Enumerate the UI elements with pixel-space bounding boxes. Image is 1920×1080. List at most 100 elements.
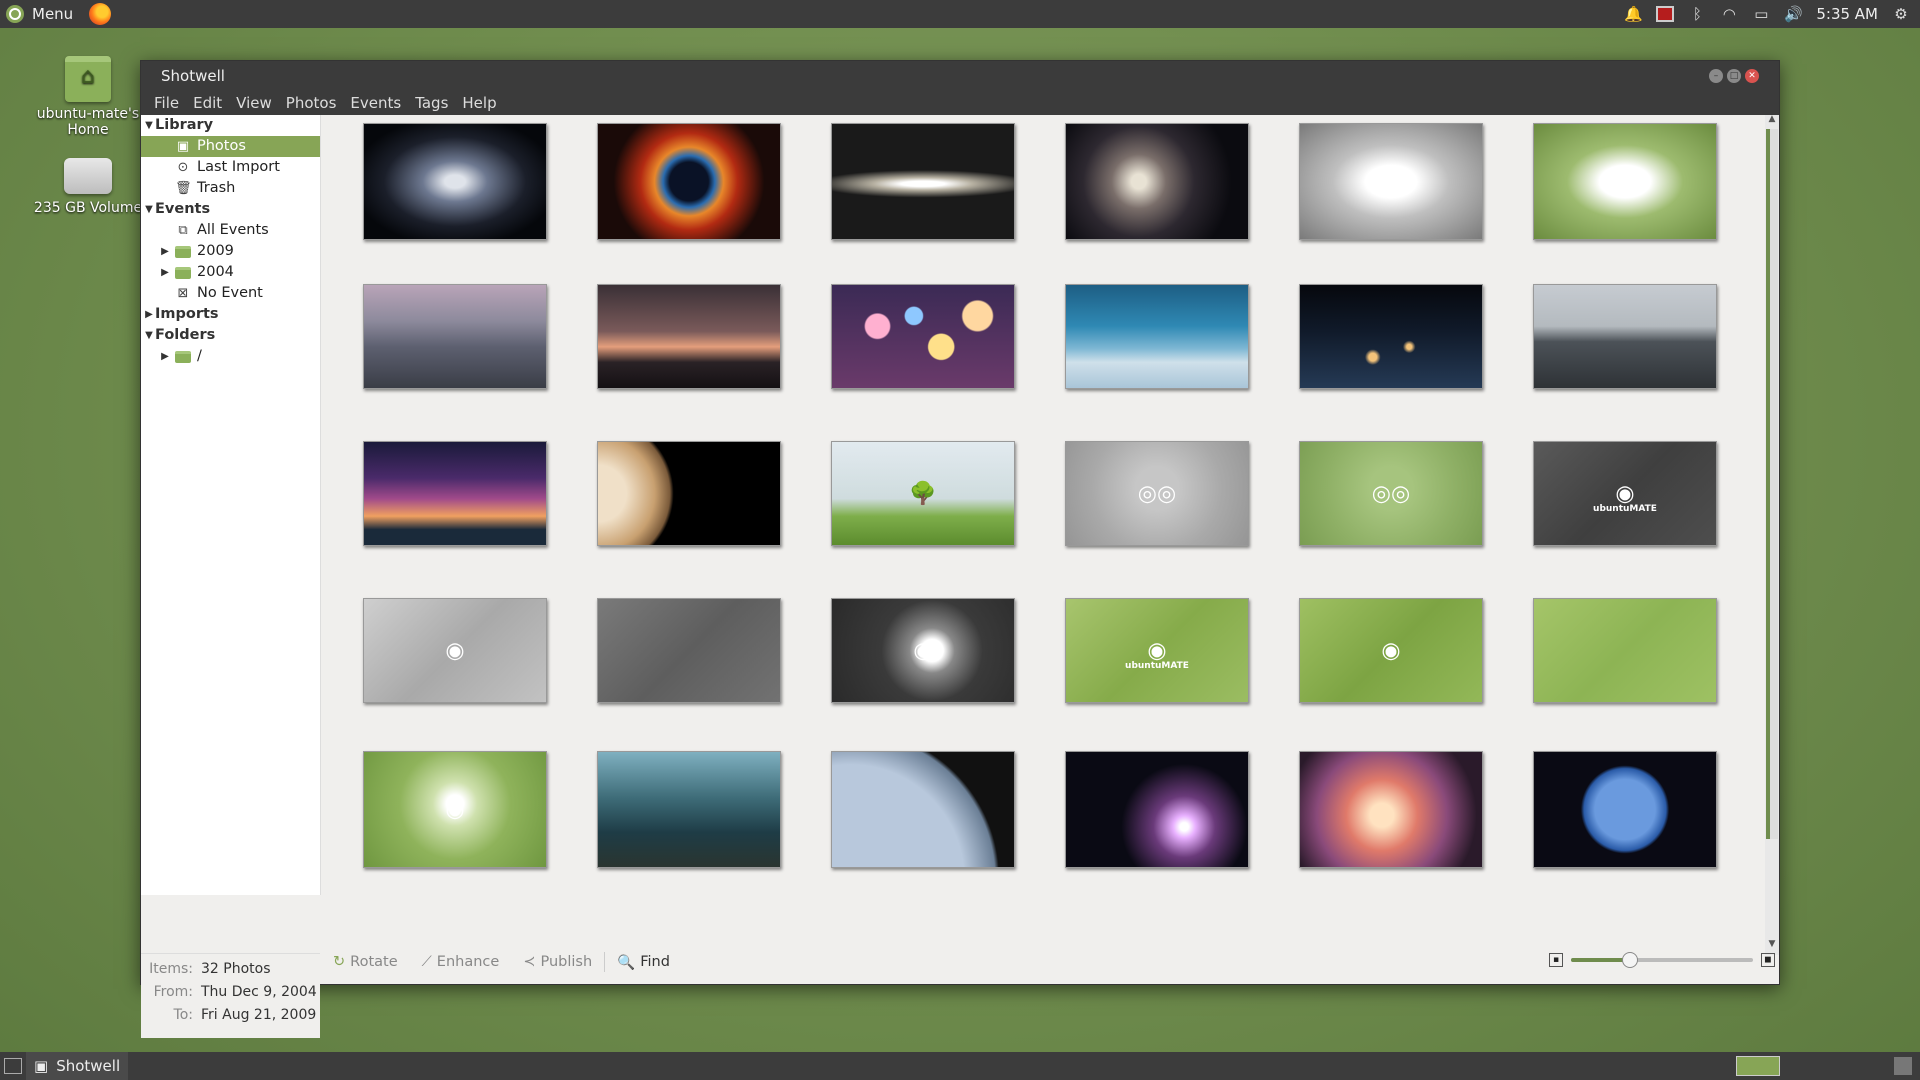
photo-thumbnail[interactable] — [1533, 598, 1717, 703]
screen-record-icon[interactable] — [1656, 6, 1675, 22]
sidebar-library[interactable]: ▼ Library — [141, 115, 320, 136]
photo-thumbnail[interactable] — [597, 123, 781, 240]
menu-events[interactable]: Events — [343, 94, 408, 112]
photo-thumbnail[interactable] — [831, 123, 1015, 240]
photo-thumbnail[interactable]: ◉ — [1299, 123, 1483, 240]
photo-thumbnail[interactable] — [1533, 751, 1717, 868]
folder-icon — [175, 350, 191, 363]
expand-right-icon[interactable]: ▶ — [159, 262, 171, 283]
firefox-icon[interactable] — [89, 3, 112, 25]
sidebar-imports[interactable]: ▶ Imports — [141, 304, 320, 325]
photo-thumbnail[interactable]: ◉ — [1533, 123, 1717, 240]
enhance-button[interactable]: ⟋ Enhance — [410, 954, 512, 970]
photo-thumbnail[interactable] — [831, 284, 1015, 389]
sidebar-item-label: Trash — [197, 180, 236, 196]
photo-thumbnail[interactable]: ◎◎ — [1065, 441, 1249, 546]
scroll-up-icon[interactable]: ▲ — [1766, 114, 1778, 124]
photo-thumbnail[interactable]: 🌳 — [831, 441, 1015, 546]
bell-icon[interactable]: 🔔 — [1624, 5, 1643, 23]
photo-thumbnail[interactable]: ◎◎ — [1299, 441, 1483, 546]
photo-thumbnail[interactable] — [597, 751, 781, 868]
publish-button[interactable]: ≺ Publish — [511, 954, 604, 970]
close-button[interactable]: ✕ — [1745, 69, 1759, 83]
thumbnail-logo-icon: ◉ — [1615, 481, 1635, 506]
photo-thumbnail[interactable]: ◉ ubuntuMATE — [1533, 441, 1717, 546]
menu-tags[interactable]: Tags — [408, 94, 455, 112]
photo-thumbnail[interactable] — [1065, 284, 1249, 389]
minimize-button[interactable]: – — [1709, 69, 1723, 83]
battery-icon[interactable]: ▭ — [1752, 5, 1770, 23]
photo-thumbnail[interactable] — [1065, 123, 1249, 240]
menu-help[interactable]: Help — [455, 94, 503, 112]
thumbnail-logo-icon: ◉ — [913, 638, 933, 663]
to-value: Fri Aug 21, 2009 — [201, 1007, 317, 1023]
zoom-slider-knob[interactable] — [1622, 952, 1639, 968]
zoom-out-icon[interactable]: ▪ — [1549, 953, 1563, 967]
desktop-volume[interactable]: 235 GB Volume — [33, 158, 143, 216]
wifi-icon[interactable]: ◠ — [1720, 5, 1738, 23]
taskbar-item-shotwell[interactable]: ▣ Shotwell — [26, 1052, 129, 1080]
desktop-home-folder[interactable]: ubuntu-mate's Home — [33, 56, 143, 138]
expand-right-icon[interactable]: ▶ — [143, 304, 155, 325]
scrollbar[interactable]: ▲ ▼ — [1765, 114, 1779, 955]
menu-view[interactable]: View — [229, 94, 279, 112]
sidebar-item-2009[interactable]: ▶ 2009 — [141, 241, 320, 262]
zoom-in-icon[interactable]: ◼ — [1761, 953, 1775, 967]
photo-thumbnail[interactable] — [1299, 751, 1483, 868]
photo-thumbnail[interactable] — [1065, 751, 1249, 868]
to-label: To: — [173, 1007, 193, 1023]
bluetooth-icon[interactable]: ᛒ — [1688, 5, 1706, 23]
clock[interactable]: 5:35 AM — [1816, 5, 1878, 23]
sidebar-item-last-import[interactable]: ⊙ Last Import — [141, 157, 320, 178]
scrollbar-thumb[interactable] — [1766, 129, 1778, 839]
rotate-button[interactable]: ↻ Rotate — [321, 954, 410, 970]
sidebar-item-2004[interactable]: ▶ 2004 — [141, 262, 320, 283]
expand-down-icon[interactable]: ▼ — [143, 325, 155, 346]
photo-thumbnail[interactable] — [363, 441, 547, 546]
workspace-switcher[interactable] — [1736, 1056, 1780, 1076]
thumbnail-caption: ubuntuMATE — [1125, 660, 1189, 671]
expand-right-icon[interactable]: ▶ — [159, 241, 171, 262]
volume-icon[interactable]: 🔊 — [1784, 5, 1803, 23]
shotwell-window: Shotwell – □ ✕ File Edit View Photos Eve… — [140, 60, 1780, 1038]
photo-thumbnail[interactable]: ◉ ubuntuMATE — [1065, 598, 1249, 703]
photo-stats: Items: 32 Photos From: Thu Dec 9, 2004 To:… — [141, 961, 320, 1030]
expand-down-icon[interactable]: ▼ — [143, 115, 155, 136]
trash-applet-icon[interactable] — [1894, 1057, 1912, 1075]
photo-thumbnail[interactable]: ◉ — [1299, 598, 1483, 703]
menu-file[interactable]: File — [147, 94, 186, 112]
sidebar-item-label: 2009 — [197, 243, 234, 259]
sidebar-item-photos[interactable]: ▣ Photos — [141, 136, 320, 157]
sidebar-folders[interactable]: ▼ Folders — [141, 325, 320, 346]
menu-button[interactable]: Menu — [0, 0, 79, 28]
maximize-button[interactable]: □ — [1727, 69, 1741, 83]
menu-edit[interactable]: Edit — [186, 94, 229, 112]
bottom-panel: ▣ Shotwell — [0, 1052, 1920, 1080]
photo-thumbnail[interactable] — [831, 751, 1015, 868]
find-button[interactable]: 🔍 Find — [605, 954, 682, 971]
photo-thumbnail[interactable] — [597, 598, 781, 703]
sidebar-events[interactable]: ▼ Events — [141, 199, 320, 220]
sidebar-item-trash[interactable]: 🗑 Trash — [141, 178, 320, 199]
photo-thumbnail[interactable] — [363, 123, 547, 240]
zoom-slider[interactable] — [1571, 952, 1753, 968]
window-content: ▼ Library ▣ Photos ⊙ Last Import 🗑 Trash… — [141, 114, 1779, 1038]
sidebar-item-no-event[interactable]: ⊠ No Event — [141, 283, 320, 304]
sidebar-events-label: Events — [155, 201, 211, 217]
expand-right-icon[interactable]: ▶ — [159, 346, 171, 367]
photo-thumbnail[interactable]: ◉ — [831, 598, 1015, 703]
photo-thumbnail[interactable]: ◉ — [363, 598, 547, 703]
window-titlebar[interactable]: Shotwell – □ ✕ — [141, 61, 1779, 91]
photo-thumbnail[interactable] — [597, 284, 781, 389]
photo-thumbnail[interactable]: ◉ — [363, 751, 547, 868]
photo-thumbnail[interactable] — [1533, 284, 1717, 389]
sidebar-item-all-events[interactable]: ⧉ All Events — [141, 220, 320, 241]
sidebar-item-root-folder[interactable]: ▶ / — [141, 346, 320, 367]
photo-thumbnail[interactable] — [363, 284, 547, 389]
photo-thumbnail[interactable] — [1299, 284, 1483, 389]
settings-icon[interactable]: ⚙ — [1892, 5, 1910, 23]
photo-thumbnail[interactable] — [597, 441, 781, 546]
show-desktop-icon[interactable] — [4, 1058, 22, 1074]
expand-down-icon[interactable]: ▼ — [143, 199, 155, 220]
menu-photos[interactable]: Photos — [279, 94, 344, 112]
